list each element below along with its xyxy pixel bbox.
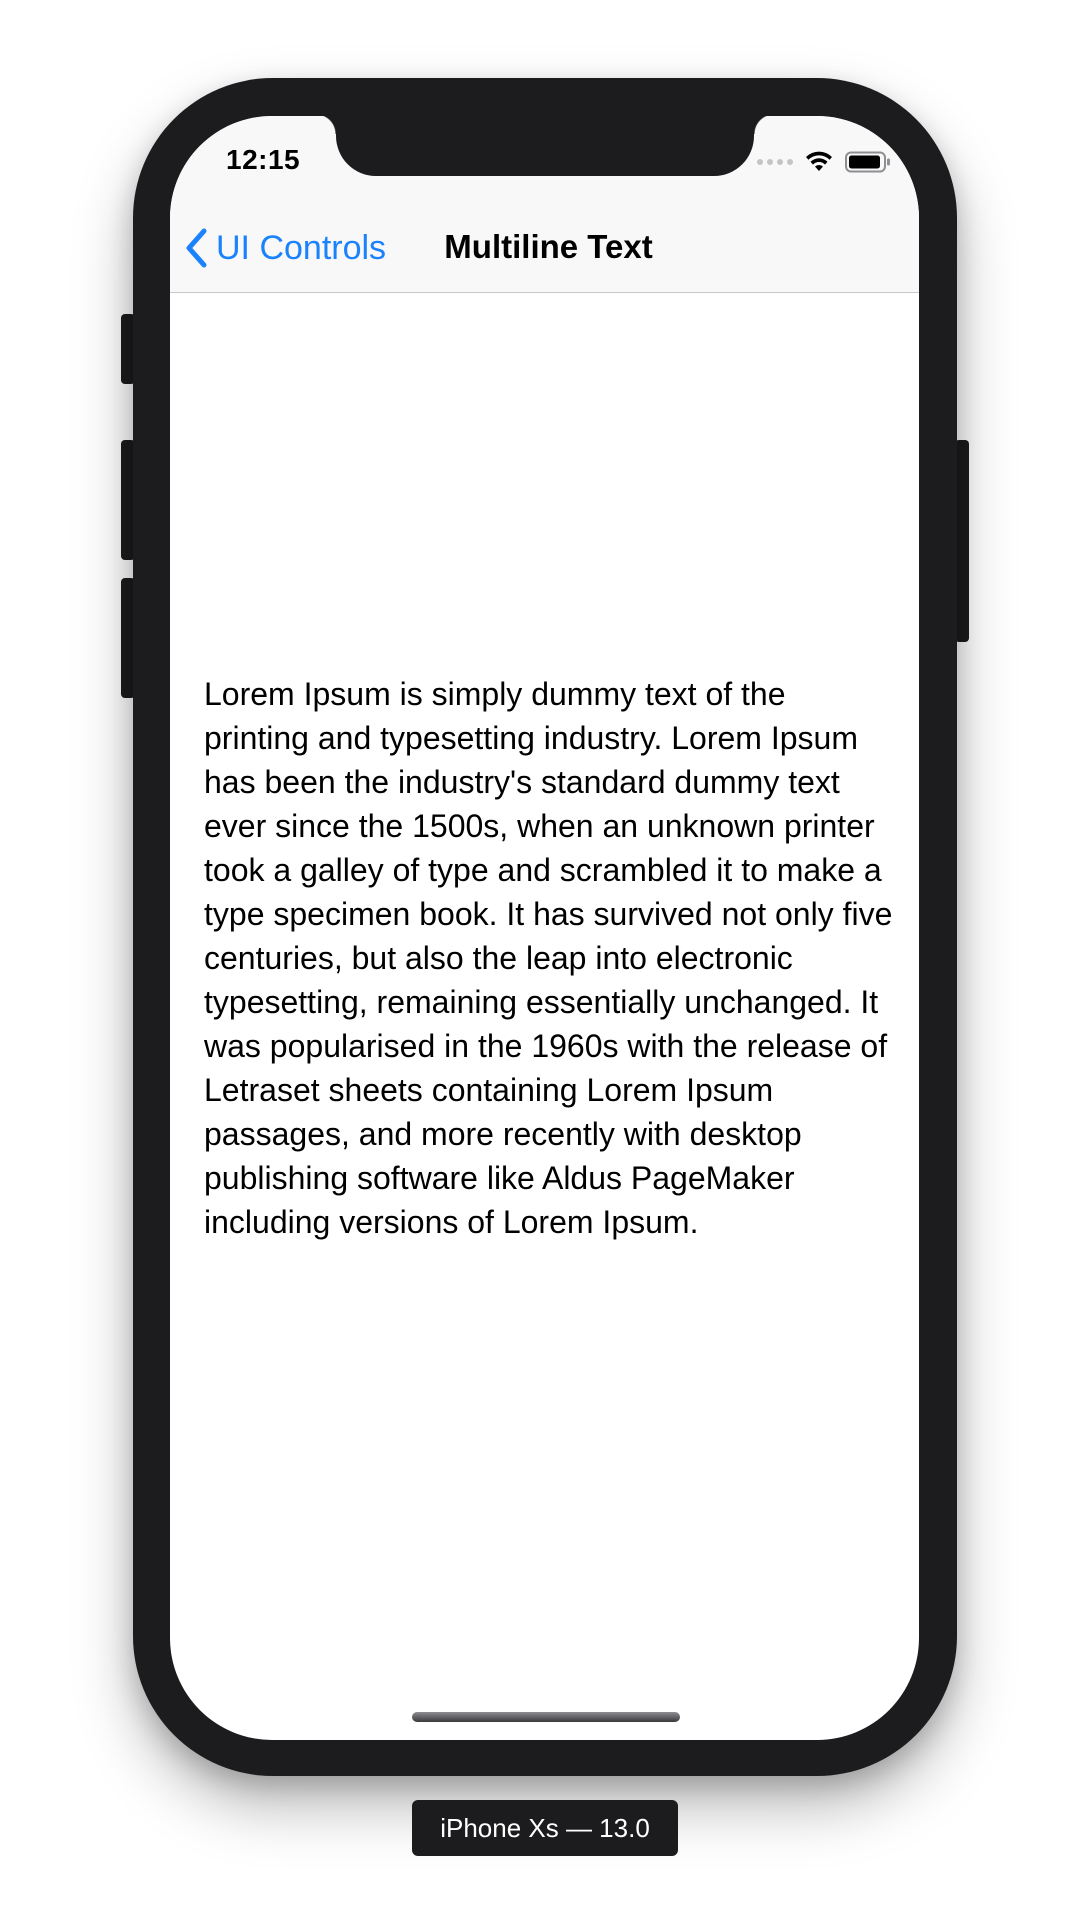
page-title: Multiline Text [444, 228, 653, 265]
status-icons [757, 150, 891, 174]
device-notch [316, 116, 774, 176]
simulator-page: 12:15 UI Controls Multiline Text Lorem I… [0, 0, 1090, 1928]
side-button [955, 440, 969, 642]
multiline-text: Lorem Ipsum is simply dummy text of the … [204, 676, 893, 1240]
wifi-icon [806, 151, 832, 171]
device-screen: 12:15 UI Controls Multiline Text Lorem I… [170, 116, 919, 1740]
battery-icon [845, 151, 890, 173]
cellular-signal-icon [757, 159, 793, 165]
home-indicator[interactable] [412, 1712, 680, 1722]
device-label: iPhone Xs — 13.0 [412, 1800, 678, 1856]
status-time: 12:15 [226, 144, 301, 175]
